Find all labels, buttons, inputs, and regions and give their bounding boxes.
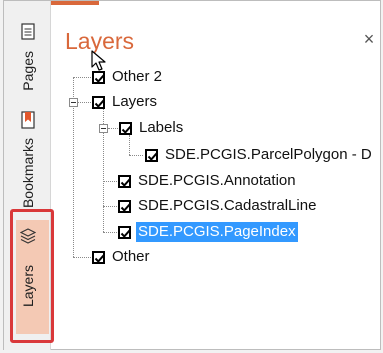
tree-node-cadastral-line: SDE.PCGIS.CadastralLine [118, 196, 318, 216]
page-icon [20, 23, 35, 45]
tab-pages[interactable]: Pages [4, 23, 51, 91]
tree-branch [103, 206, 117, 207]
page-index-checkbox[interactable] [118, 225, 131, 239]
tree-node-page-index: SDE.PCGIS.PageIndex [118, 222, 298, 242]
tree-node-label[interactable]: Other 2 [110, 67, 164, 87]
layers-checkbox[interactable] [92, 95, 105, 109]
tree-node-label-selected[interactable]: SDE.PCGIS.PageIndex [136, 222, 298, 242]
tree-branch [78, 102, 91, 103]
tree-branch [73, 77, 91, 78]
active-panel-accent [51, 1, 99, 5]
callout-highlight-box [10, 209, 54, 343]
tree-node-label[interactable]: SDE.PCGIS.CadastralLine [136, 196, 318, 216]
parcel-polygon-checkbox[interactable] [145, 148, 158, 162]
tree-node-labels: Labels [119, 118, 185, 138]
tree-node-layers: Layers [92, 92, 159, 112]
other-checkbox[interactable] [92, 250, 105, 264]
tree-branch [73, 257, 91, 258]
tab-bookmarks[interactable]: Bookmarks [4, 111, 51, 208]
layers-panel-window: Pages Bookmarks Layers Layers × Other 2 … [3, 0, 381, 350]
tree-node-annotation: SDE.PCGIS.Annotation [118, 171, 298, 191]
tree-branch [129, 155, 143, 156]
tab-bookmarks-label: Bookmarks [19, 138, 36, 209]
side-tab-rail: Pages Bookmarks Layers [4, 1, 54, 350]
tree-node-parcel-polygon: SDE.PCGIS.ParcelPolygon - D [145, 145, 374, 165]
mouse-pointer-icon [91, 50, 107, 77]
tree-node-label[interactable]: SDE.PCGIS.ParcelPolygon - D [163, 145, 374, 165]
tree-branch [103, 232, 117, 233]
tree-node-label[interactable]: Labels [137, 118, 185, 138]
collapse-labels-toggle[interactable] [99, 124, 108, 133]
tree-node-label[interactable]: Other [110, 247, 152, 267]
tab-pages-label: Pages [19, 51, 36, 91]
bookmark-icon [20, 111, 35, 134]
labels-checkbox[interactable] [119, 121, 132, 135]
cadastral-line-checkbox[interactable] [118, 199, 131, 213]
collapse-layers-toggle[interactable] [69, 98, 78, 107]
tree-node-label[interactable]: Layers [110, 92, 159, 112]
tree-line-labels [129, 135, 130, 155]
tree-node-other: Other [92, 247, 152, 267]
tree-node-label[interactable]: SDE.PCGIS.Annotation [136, 171, 298, 191]
close-button[interactable]: × [360, 28, 378, 50]
tree-branch [108, 128, 118, 129]
annotation-checkbox[interactable] [118, 174, 131, 188]
tree-branch [103, 181, 117, 182]
